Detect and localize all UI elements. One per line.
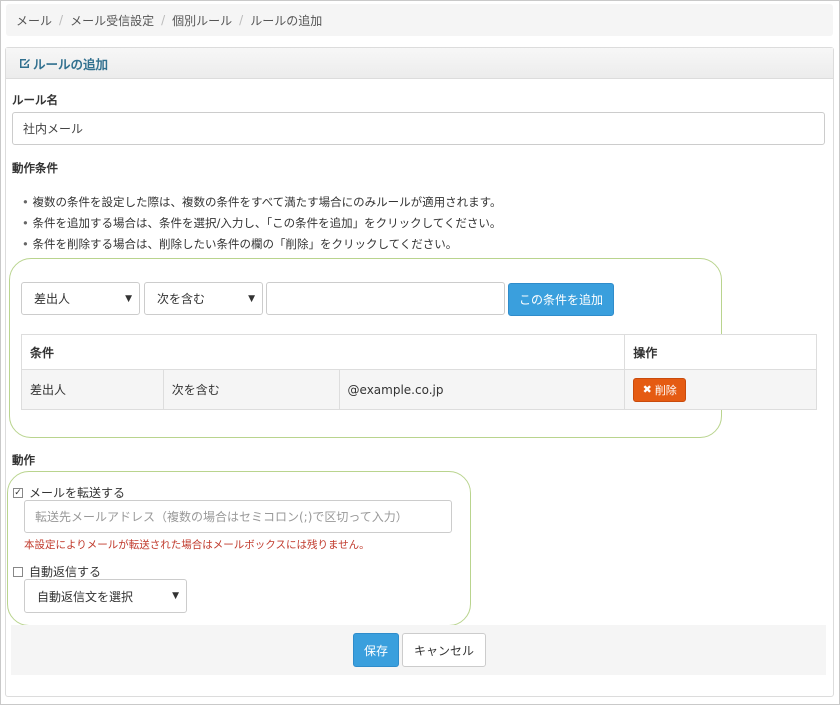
auto-reply-label: 自動返信する	[29, 565, 102, 579]
breadcrumb-separator: /	[239, 13, 244, 27]
close-icon: ✖	[642, 383, 652, 396]
caret-down-icon: ▼	[248, 293, 255, 304]
note-item: 複数の条件を設定した際は、複数の条件をすべて満たす場合にのみルールが適用されます…	[22, 192, 501, 213]
forward-address-input[interactable]: 転送先メールアドレス（複数の場合はセミコロン(;)で区切って入力）	[24, 500, 452, 533]
auto-reply-select[interactable]: 自動返信文を選択 ▼	[24, 579, 187, 613]
caret-down-icon: ▼	[125, 293, 132, 304]
forward-checkbox-row[interactable]: ✓ メールを転送する	[13, 484, 125, 501]
conditions-notes: 複数の条件を設定した際は、複数の条件をすべて満たす場合にのみルールが適用されます…	[22, 192, 502, 255]
edit-icon	[18, 57, 31, 70]
cell-value: @example.co.jp	[338, 369, 626, 410]
cell-operator: 次を含む	[162, 369, 340, 410]
auto-reply-select-value: 自動返信文を選択	[37, 589, 134, 604]
table-header-action: 操作	[624, 334, 817, 370]
delete-label: 削除	[654, 383, 677, 397]
save-button[interactable]: 保存	[353, 633, 399, 667]
table-header-condition: 条件	[20, 334, 626, 370]
breadcrumb-item-mail[interactable]: メール	[16, 12, 52, 29]
rule-name-input[interactable]: 社内メール	[12, 112, 825, 145]
condition-field-value: 差出人	[34, 292, 71, 306]
delete-condition-button[interactable]: ✖ 削除	[633, 377, 687, 402]
breadcrumb-item-receive-settings[interactable]: メール受信設定	[70, 12, 154, 29]
breadcrumb-separator: /	[59, 13, 64, 27]
breadcrumb: メール / メール受信設定 / 個別ルール / ルールの追加	[6, 4, 833, 36]
note-item: 条件を削除する場合は、削除したい条件の欄の「削除」をクリックしてください。	[22, 234, 502, 255]
panel-header: ルールの追加	[6, 48, 833, 79]
add-condition-button[interactable]: この条件を追加	[508, 283, 614, 316]
caret-down-icon: ▼	[172, 591, 179, 601]
cell-action: ✖ 削除	[624, 369, 817, 410]
rule-name-label: ルール名	[12, 93, 58, 107]
condition-operator-value: 次を含む	[157, 292, 206, 306]
cell-field: 差出人	[21, 369, 164, 410]
breadcrumb-item-current: ルールの追加	[250, 13, 323, 28]
forward-warning: 本設定によりメールが転送された場合はメールボックスには残りません。	[24, 539, 370, 551]
condition-field-select[interactable]: 差出人 ▼	[21, 282, 140, 315]
panel-title: ルールの追加	[33, 56, 109, 72]
conditions-table: 条件 操作 差出人 次を含む @example.co.jp ✖ 削除	[20, 334, 817, 410]
forward-label: メールを転送する	[29, 486, 126, 500]
table-header-row: 条件 操作	[20, 334, 817, 370]
forward-checkbox[interactable]: ✓	[13, 487, 23, 498]
breadcrumb-separator: /	[161, 13, 166, 27]
condition-value-input[interactable]	[266, 282, 505, 315]
condition-operator-select[interactable]: 次を含む ▼	[144, 282, 263, 315]
auto-reply-checkbox-row[interactable]: 自動返信する	[13, 563, 101, 580]
conditions-label: 動作条件	[12, 161, 58, 175]
auto-reply-checkbox[interactable]	[13, 566, 23, 577]
actions-label: 動作	[12, 453, 35, 467]
table-row: 差出人 次を含む @example.co.jp ✖ 削除	[21, 369, 817, 410]
note-item: 条件を追加する場合は、条件を選択/入力し、「この条件を追加」をクリックしてくださ…	[22, 213, 502, 234]
breadcrumb-item-individual-rules[interactable]: 個別ルール	[172, 12, 232, 29]
cancel-button[interactable]: キャンセル	[402, 633, 486, 667]
